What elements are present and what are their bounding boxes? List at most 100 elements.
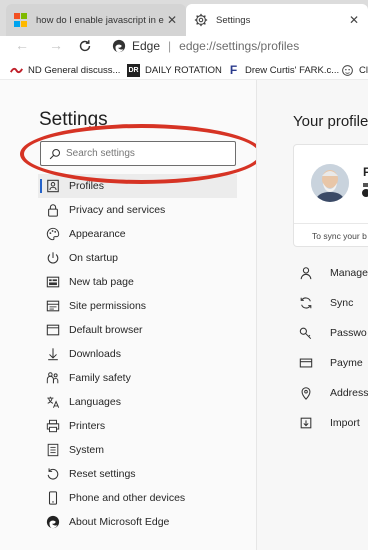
key-icon xyxy=(299,327,312,340)
sidebar-item-reset-settings[interactable]: Reset settings xyxy=(38,462,237,486)
sidebar-item-default-browser[interactable]: Default browser xyxy=(38,318,237,342)
manage-profile-item[interactable]: Manage xyxy=(299,258,368,288)
address-bar[interactable]: Edge | edge://settings/profiles xyxy=(112,36,299,56)
item-label: Import xyxy=(330,417,360,429)
sidebar-item-profiles[interactable]: Profiles xyxy=(38,174,237,198)
reset-icon xyxy=(47,468,59,480)
location-icon xyxy=(301,387,311,400)
profile-pane: Your profile F To sync your b Manage Syn… xyxy=(257,80,368,550)
item-label: Sync xyxy=(330,297,354,309)
sidebar-item-label: Phone and other devices xyxy=(69,492,186,504)
import-icon xyxy=(300,417,312,429)
palette-icon xyxy=(46,227,60,241)
sidebar-item-label: Site permissions xyxy=(69,300,147,312)
passwords-item[interactable]: Passwo xyxy=(299,318,368,348)
power-icon xyxy=(47,252,59,264)
favorite-fark[interactable]: F Drew Curtis' FARK.c... xyxy=(227,62,339,78)
sidebar-item-printers[interactable]: Printers xyxy=(38,414,237,438)
refresh-icon[interactable] xyxy=(77,38,93,54)
site-identity-label: Edge xyxy=(132,39,161,53)
dr-favicon-icon: DR xyxy=(127,63,140,77)
bookmark-favicon-icon xyxy=(10,67,23,73)
site-permissions-icon xyxy=(46,300,60,312)
tab-settings[interactable]: Settings ✕ xyxy=(186,4,368,36)
favorite-nd-general[interactable]: ND General discuss... xyxy=(10,62,120,78)
forward-arrow-icon[interactable]: → xyxy=(44,36,68,56)
languages-icon xyxy=(47,396,60,408)
import-data-item[interactable]: Import xyxy=(299,408,368,438)
sync-item[interactable]: Sync xyxy=(299,288,368,318)
sync-prompt-text: To sync your b xyxy=(312,231,367,241)
sidebar-item-label: Reset settings xyxy=(69,468,136,480)
card-icon xyxy=(299,358,313,368)
settings-heading: Settings xyxy=(39,109,108,130)
profile-name: F xyxy=(363,165,368,179)
tab-title: Settings xyxy=(216,14,251,26)
sidebar-item-system[interactable]: System xyxy=(38,438,237,462)
tab-strip: how do I enable javascript in edge ✕ Set… xyxy=(0,0,368,36)
sidebar-item-phone-devices[interactable]: Phone and other devices xyxy=(38,486,237,510)
face-favicon-icon xyxy=(342,64,353,76)
lock-icon xyxy=(48,204,58,217)
microsoft-logo-icon xyxy=(14,13,28,27)
sidebar-item-label: New tab page xyxy=(69,276,134,288)
system-icon xyxy=(47,443,59,457)
favorite-label: DAILY ROTATION xyxy=(145,64,222,76)
search-settings-box[interactable] xyxy=(40,141,236,166)
sync-status-icon xyxy=(362,189,368,197)
sidebar-item-new-tab-page[interactable]: New tab page xyxy=(38,270,237,294)
address-separator: | xyxy=(168,39,172,53)
search-icon xyxy=(49,148,61,159)
family-icon xyxy=(46,372,59,384)
favorite-label: Cli xyxy=(359,64,368,76)
sidebar-item-label: Profiles xyxy=(69,180,105,192)
item-label: Passwo xyxy=(330,327,367,339)
payment-info-item[interactable]: Payme xyxy=(299,348,368,378)
favorite-label: Drew Curtis' FARK.c... xyxy=(245,64,340,76)
tab-javascript-question[interactable]: how do I enable javascript in edge ✕ xyxy=(6,4,186,36)
item-label: Payme xyxy=(330,357,363,369)
edge-icon xyxy=(112,39,126,53)
sync-icon xyxy=(300,297,312,309)
back-arrow-icon[interactable]: ← xyxy=(10,36,34,56)
search-settings-input[interactable] xyxy=(66,148,226,159)
sidebar-item-label: Default browser xyxy=(69,324,143,336)
profile-email xyxy=(363,183,368,187)
profile-settings-list: Manage Sync Passwo Payme Address Import xyxy=(299,258,368,438)
addresses-item[interactable]: Address xyxy=(299,378,368,408)
sidebar-item-label: System xyxy=(69,444,105,456)
card-divider xyxy=(294,223,368,224)
sidebar-item-label: On startup xyxy=(69,252,119,264)
sidebar-item-appearance[interactable]: Appearance xyxy=(38,222,237,246)
close-tab-icon[interactable]: ✕ xyxy=(164,13,180,27)
new-tab-icon xyxy=(46,276,60,288)
profile-card: F To sync your b xyxy=(293,144,368,247)
sidebar-item-label: Printers xyxy=(69,420,106,432)
sidebar-item-label: Family safety xyxy=(69,372,131,384)
sidebar-item-label: Privacy and services xyxy=(69,204,166,216)
sidebar-item-family-safety[interactable]: Family safety xyxy=(38,366,237,390)
sidebar-item-downloads[interactable]: Downloads xyxy=(38,342,237,366)
download-icon xyxy=(48,348,58,361)
avatar xyxy=(311,164,349,202)
page-title: Your profile xyxy=(293,113,368,130)
settings-menu: Profiles Privacy and services Appearance… xyxy=(38,174,237,534)
sidebar-item-about-edge[interactable]: About Microsoft Edge xyxy=(38,510,237,534)
printer-icon xyxy=(46,419,60,433)
favorite-cli[interactable]: Cli xyxy=(341,62,368,78)
fark-favicon-icon: F xyxy=(229,62,238,77)
sidebar-item-on-startup[interactable]: On startup xyxy=(38,246,237,270)
item-label: Manage xyxy=(330,267,368,279)
sidebar-item-privacy[interactable]: Privacy and services xyxy=(38,198,237,222)
sidebar-item-languages[interactable]: Languages xyxy=(38,390,237,414)
close-tab-icon[interactable]: ✕ xyxy=(346,13,362,27)
sidebar-item-label: Appearance xyxy=(69,228,126,240)
settings-sidebar: Settings Profiles Privacy and services A… xyxy=(0,80,263,550)
sidebar-item-label: Languages xyxy=(69,396,121,408)
sidebar-item-site-permissions[interactable]: Site permissions xyxy=(38,294,237,318)
favorite-daily-rotation[interactable]: DR DAILY ROTATION xyxy=(127,62,222,78)
navigation-bar: ← → Edge | edge://settings/profiles xyxy=(0,36,368,56)
favorites-bar: ND General discuss... DR DAILY ROTATION … xyxy=(0,60,368,80)
url-text: edge://settings/profiles xyxy=(179,39,300,53)
profile-icon xyxy=(47,179,59,193)
